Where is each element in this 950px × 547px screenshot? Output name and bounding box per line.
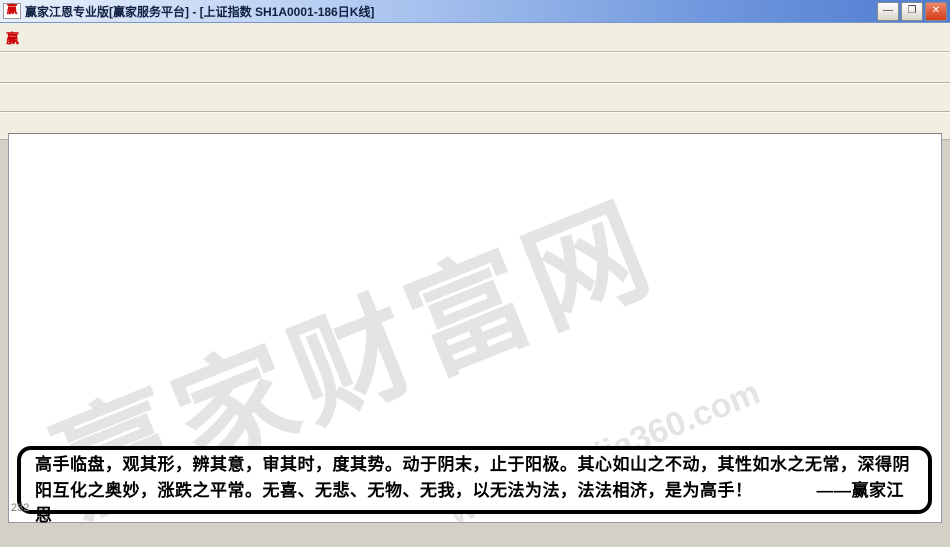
page-number: 232 (11, 502, 29, 514)
app-logo-icon: 赢 (3, 3, 21, 19)
close-button[interactable]: ✕ (925, 2, 947, 21)
quote-text: 高手临盘，观其形，辨其意，审其时，度其势。动于阴末，止于阳极。其心如山之不动，其… (35, 455, 910, 500)
chart-panel: 赢家财富网 www.yingjia360.com 高手临盘，观其形，辨其意，审其… (8, 133, 942, 523)
navigation-toolbar (0, 83, 950, 112)
quote-box: 高手临盘，观其形，辨其意，审其时，度其势。动于阴末，止于阳极。其心如山之不动，其… (17, 446, 932, 514)
title-bar: 赢 赢家江恩专业版[赢家服务平台] - [上证指数 SH1A0001-186日K… (0, 0, 950, 23)
main-toolbar (0, 52, 950, 83)
minimize-button[interactable]: — (877, 2, 899, 21)
maximize-button[interactable]: ❐ (901, 2, 923, 21)
window-title: 赢家江恩专业版[赢家服务平台] - [上证指数 SH1A0001-186日K线] (25, 3, 875, 20)
menu-bar: 赢 (0, 23, 950, 52)
app-logo-icon-small: 赢 (6, 28, 19, 47)
app-window: { "window": { "title": "赢家江恩专业版[赢家服务平台] … (0, 0, 950, 523)
